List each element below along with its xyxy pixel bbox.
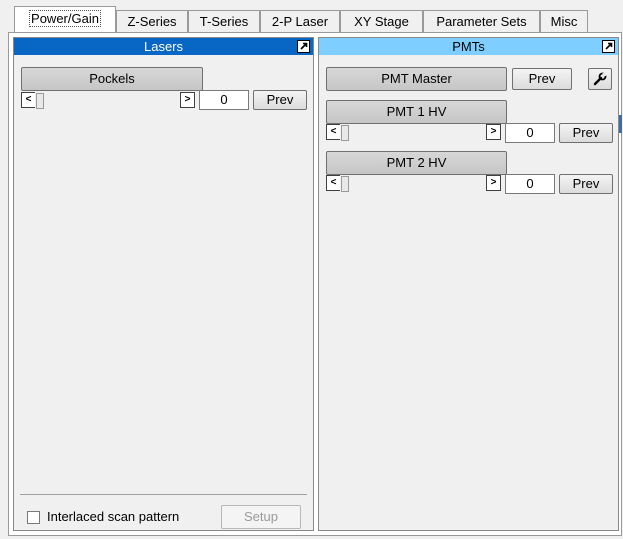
pmt1-decrement-button[interactable]: < [326,124,341,140]
pmt1-slider[interactable] [340,124,487,142]
popout-icon[interactable] [602,40,615,53]
pockels-value: 0 [220,92,228,107]
pmt2-prev-button[interactable]: Prev [559,174,613,194]
tab-misc[interactable]: Misc [540,10,588,32]
setup-button: Setup [221,505,301,529]
arrow-left-icon: < [330,177,337,188]
tab-label: XY Stage [354,14,409,29]
panel-divider [20,494,307,495]
pmt2-decrement-button[interactable]: < [326,175,341,191]
pmt2-label: PMT 2 HV [326,151,507,175]
pmt2-slider-thumb[interactable] [341,176,349,192]
tab-z-series[interactable]: Z-Series [116,10,188,32]
tab-parameter-sets[interactable]: Parameter Sets [423,10,540,32]
tab-t-series[interactable]: T-Series [188,10,260,32]
pmt2-value: 0 [526,176,534,191]
pmt1-prev-button[interactable]: Prev [559,123,613,143]
pmts-panel: PMTs PMT Master Prev PMT 1 HV < > 0 Prev… [318,37,619,531]
lasers-header: Lasers [14,38,313,55]
interlaced-checkbox[interactable] [27,511,40,524]
tab-label: Parameter Sets [436,14,527,29]
interlaced-label-text: Interlaced scan pattern [47,509,180,524]
arrow-left-icon: < [330,126,337,137]
pockels-increment-button[interactable]: > [180,92,195,108]
lasers-title: Lasers [143,39,184,54]
pmt1-increment-button[interactable]: > [486,124,501,140]
setup-label: Setup [244,509,278,524]
tab-label: Misc [550,14,578,29]
wrench-icon [593,72,607,86]
pmt-master-prev-label: Prev [528,71,556,86]
lasers-panel: Lasers Pockels < > 0 Prev Interlaced sca… [13,37,314,531]
tab-power-gain[interactable]: Power/Gain [14,6,116,32]
pockels-slider-thumb[interactable] [36,93,44,109]
pmt1-slider-thumb[interactable] [341,125,349,141]
arrow-right-icon: > [490,126,497,137]
pockels-label-text: Pockels [89,71,135,86]
pmt1-value: 0 [526,125,534,140]
pmts-title: PMTs [452,39,485,54]
pmts-header: PMTs [319,38,618,55]
pmt2-slider[interactable] [340,175,487,193]
tab-label: T-Series [199,14,249,29]
tab-label: Z-Series [127,14,177,29]
tab-content: Lasers Pockels < > 0 Prev Interlaced sca… [8,32,622,536]
pmt-settings-button[interactable] [588,68,612,90]
tab-label: 2-P Laser [271,14,329,29]
pmt1-prev-label: Prev [572,125,600,140]
pmt2-label-text: PMT 2 HV [386,155,447,170]
arrow-right-icon: > [490,177,497,188]
pmt-master-prev-button[interactable]: Prev [512,68,572,90]
pmt2-value-field[interactable]: 0 [505,174,555,194]
pockels-label: Pockels [21,67,203,91]
tab-xy-stage[interactable]: XY Stage [340,10,423,32]
panel-edge-marker [619,115,622,133]
pockels-decrement-button[interactable]: < [21,92,36,108]
pmt1-label-text: PMT 1 HV [386,104,447,119]
pockels-prev-label: Prev [266,92,294,107]
pmt2-prev-label: Prev [572,176,600,191]
arrow-right-icon: > [184,94,191,105]
pockels-slider[interactable] [35,92,181,110]
pmt-master-label: PMT Master [326,67,507,91]
tab-2p-laser[interactable]: 2-P Laser [260,10,340,32]
pockels-prev-button[interactable]: Prev [253,90,307,110]
pmt1-label: PMT 1 HV [326,100,507,124]
pmt1-value-field[interactable]: 0 [505,123,555,143]
tab-label: Power/Gain [29,10,101,27]
pmt2-increment-button[interactable]: > [486,175,501,191]
pockels-value-field[interactable]: 0 [199,90,249,110]
interlaced-label: Interlaced scan pattern [47,508,179,526]
pmt-master-label-text: PMT Master [381,71,452,86]
arrow-left-icon: < [25,94,32,105]
popout-icon[interactable] [297,40,310,53]
